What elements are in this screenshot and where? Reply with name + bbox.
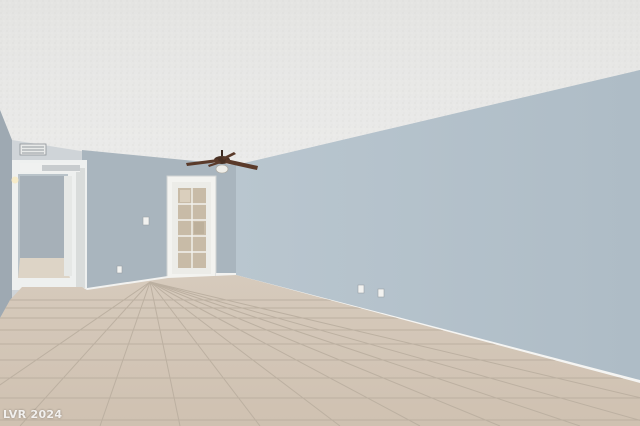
door-icon	[166, 175, 217, 281]
watermark-text: LVR 2024	[3, 408, 63, 421]
light-switch-icon	[142, 216, 150, 226]
empty-room-photo: LVR 2024	[0, 0, 640, 426]
room-illustration	[0, 0, 640, 426]
air-vent-icon	[19, 143, 47, 156]
left-wall	[0, 110, 12, 318]
hallway-opening	[11, 160, 87, 290]
